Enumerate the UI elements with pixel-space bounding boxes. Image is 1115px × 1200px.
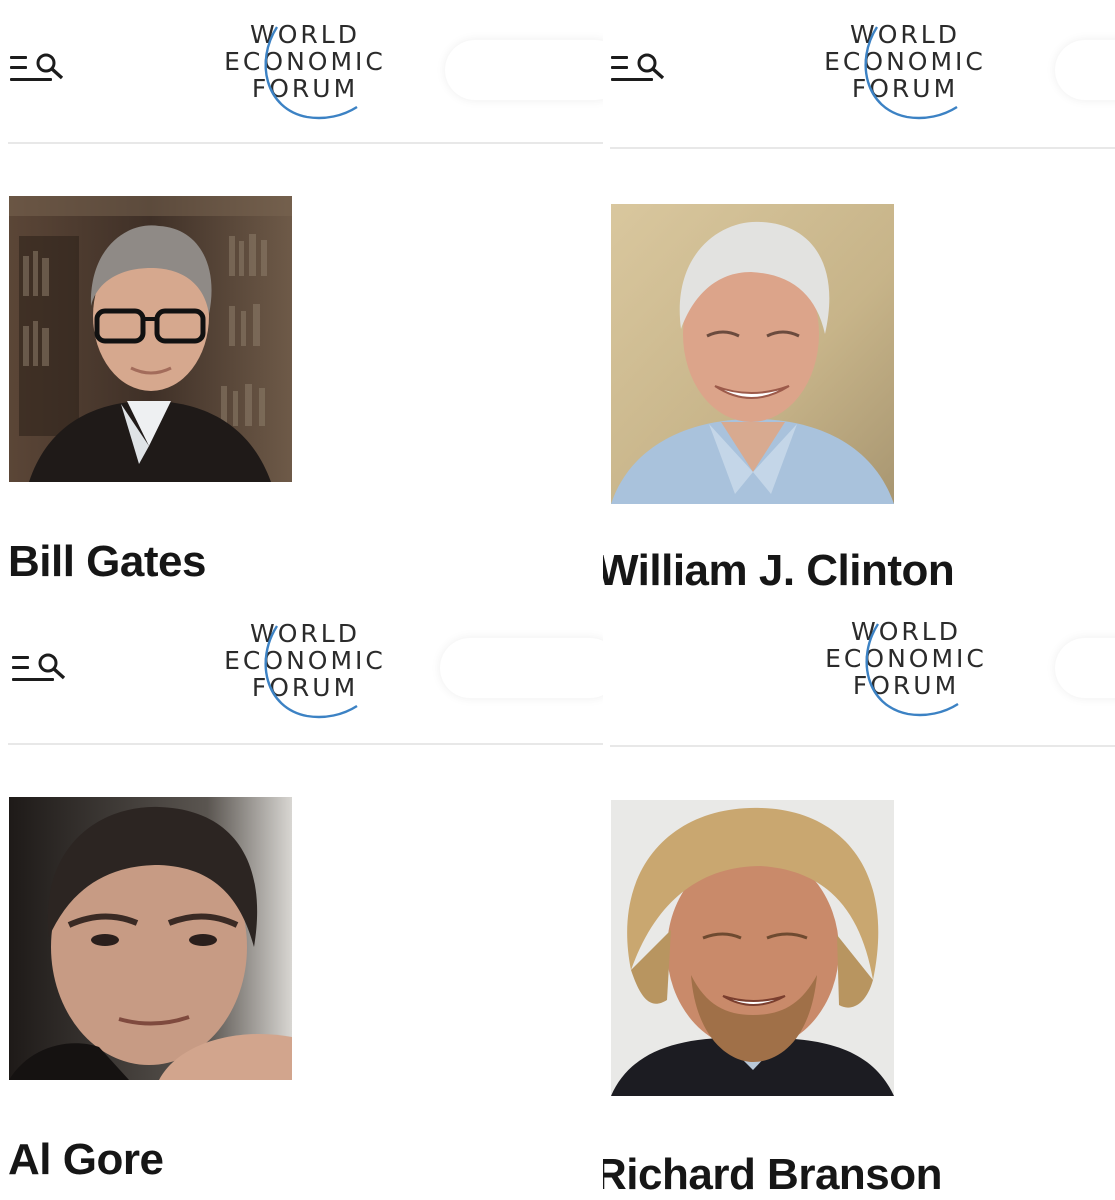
search-pill[interactable] [1055,40,1115,100]
menu-line [611,66,628,69]
panel-profile-al-gore: WORLD ECONOMIC FORUM Al Gore [0,600,603,1200]
profile-name[interactable]: Richard Branson [603,1150,943,1200]
panel-profile-richard-branson: WORLD ECONOMIC FORUM Richard Branson [603,600,1115,1200]
logo-line-1: WORLD [850,20,960,49]
search-pill[interactable] [440,638,603,698]
logo-line-2: ECONOMIC [224,646,386,675]
logo-line-3: FORUM [852,671,960,700]
logo-line-3: FORUM [251,74,359,103]
header-divider [610,147,1115,149]
profile-name[interactable]: Bill Gates [8,537,206,587]
menu-line [12,656,29,659]
menu-line [12,666,29,669]
search-icon [38,653,65,680]
logo-line-2: ECONOMIC [824,47,986,76]
search-pill[interactable] [1055,638,1115,698]
wef-logo[interactable]: WORLD ECONOMIC FORUM [215,20,395,120]
menu-line [10,66,27,69]
wef-logo[interactable]: WORLD ECONOMIC FORUM [215,619,395,719]
header-divider [8,743,603,745]
profile-photo [611,800,894,1096]
search-icon [637,53,664,80]
panel-profile-bill-gates: WORLD ECONOMIC FORUM Bill Gates [0,0,603,600]
header-divider [8,142,603,144]
wef-logo[interactable]: WORLD ECONOMIC FORUM [816,617,996,717]
logo-line-2: ECONOMIC [224,47,386,76]
profile-photo [9,196,292,482]
logo-line-1: WORLD [250,20,360,49]
panel-profile-william-clinton: WORLD ECONOMIC FORUM William J. Clinton [603,0,1115,600]
menu-line [611,56,628,59]
wef-logo[interactable]: WORLD ECONOMIC FORUM [815,20,995,120]
menu-search-button[interactable] [611,52,671,96]
logo-line-2: ECONOMIC [825,644,987,673]
logo-line-1: WORLD [851,617,961,646]
search-pill[interactable] [445,40,603,100]
menu-line [10,56,27,59]
profile-photo [611,204,894,504]
header-divider [610,745,1115,747]
menu-search-button[interactable] [12,652,72,696]
logo-line-3: FORUM [251,673,359,702]
profile-name[interactable]: William J. Clinton [603,546,955,596]
profile-photo [9,797,292,1080]
logo-line-3: FORUM [851,74,959,103]
logo-line-1: WORLD [250,619,360,648]
profile-name[interactable]: Al Gore [8,1135,164,1185]
menu-search-button[interactable] [10,52,70,96]
search-icon [36,53,63,80]
